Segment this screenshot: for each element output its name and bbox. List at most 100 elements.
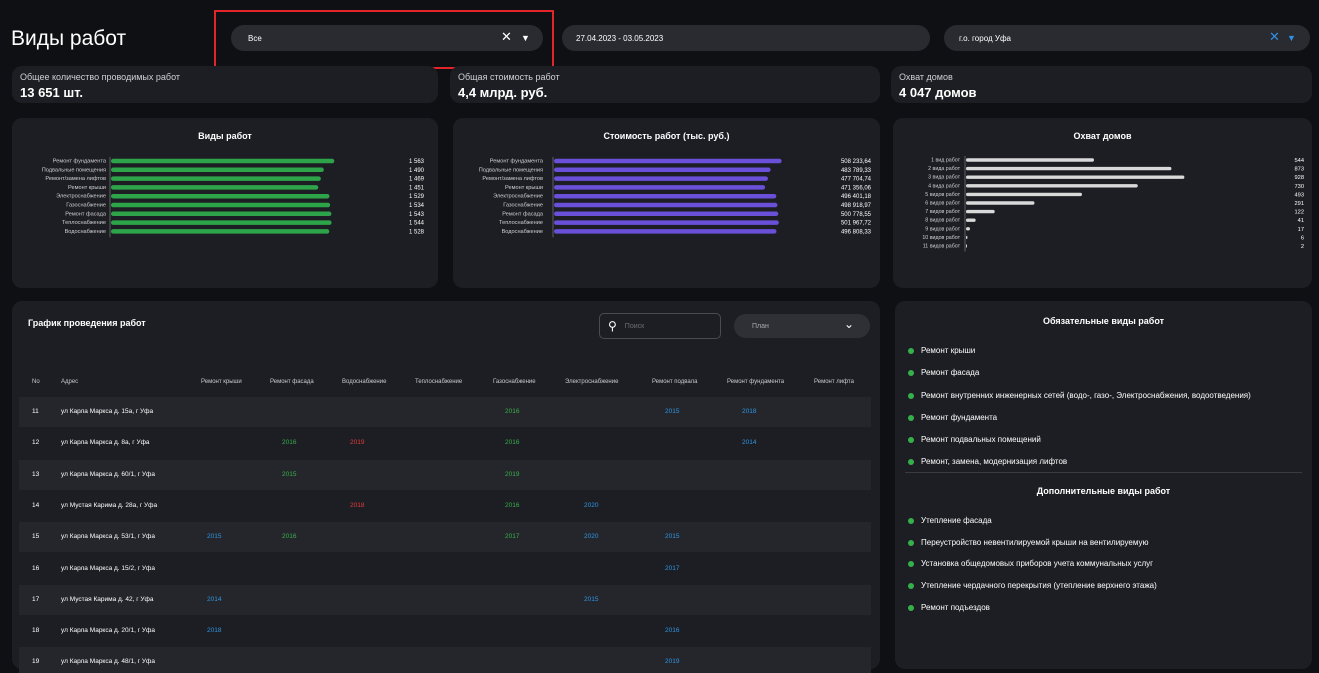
- row-number: 16: [32, 564, 40, 572]
- list-item-label: Ремонт крыши: [921, 346, 976, 355]
- column-header: Ремонт фасада: [270, 379, 314, 385]
- value-label: 483 789,33: [841, 168, 872, 174]
- chevron-down-icon[interactable]: ▼: [1287, 33, 1296, 43]
- schedule-title: График проведения работ: [28, 318, 146, 328]
- list-item: Ремонт крыши: [908, 346, 975, 355]
- table-row[interactable]: 16 ул Карла Маркса д. 15/2, г Уфа 2017: [19, 554, 871, 584]
- value-label: 1 529: [409, 194, 425, 200]
- value-label: 17: [1298, 227, 1304, 233]
- year-cell: 2019: [505, 470, 520, 478]
- value-label: 500 778,55: [841, 212, 872, 218]
- bar: [966, 166, 1172, 171]
- table-row[interactable]: 15 ул Карла Маркса д. 53/1, г Уфа 2015 2016…: [19, 522, 871, 553]
- bullet-icon: [908, 560, 914, 567]
- column-header: Ремонт лифта: [814, 379, 854, 385]
- year-cell: 2016: [282, 533, 297, 541]
- category-label: 4 вида работ: [928, 183, 960, 189]
- bar: [111, 202, 331, 208]
- category-label: 5 видов работ: [925, 192, 960, 198]
- value-label: 1 469: [409, 177, 425, 183]
- table-row[interactable]: 12 ул Карла Маркса д. 8а, г Уфа 2016 2019 20…: [19, 428, 871, 458]
- category-label: Ремонт крыши: [505, 185, 543, 191]
- stat-card-coverage: Охват домов 4 047 домов: [891, 66, 1312, 103]
- list-item: Утепление фасада: [908, 516, 992, 525]
- bar: [966, 209, 995, 214]
- bullet-icon: [908, 347, 914, 354]
- table-row[interactable]: 19 ул Карла Маркса д. 48/1, г Уфа 2019: [19, 647, 871, 673]
- bar: [111, 167, 324, 173]
- list-item: Ремонт подъездов: [908, 603, 990, 612]
- column-header: Теплоснабжение: [415, 379, 463, 385]
- year-cell: 2018: [742, 408, 757, 415]
- list-item-label: Утепление фасада: [921, 516, 992, 525]
- category-label: Ремонт фундамента: [53, 159, 107, 165]
- list-item-label: Ремонт фасада: [921, 368, 980, 377]
- list-item-label: Ремонт подвальных помещений: [921, 435, 1041, 444]
- value-label: 122: [1295, 210, 1305, 216]
- year-cell: 2016: [665, 627, 680, 635]
- table-row[interactable]: 11 ул Карла Маркса д. 15а, г Уфа 2016 2015 2…: [19, 397, 871, 427]
- close-icon[interactable]: ✕: [1269, 29, 1280, 45]
- value-label: 1 451: [409, 185, 425, 191]
- list-item-label: Переустройство невентилируемой крыши на …: [921, 538, 1149, 547]
- bar: [966, 158, 1094, 162]
- city-select[interactable]: г.о. город Уфа ✕ ▼: [944, 25, 1310, 51]
- plan-label: План: [752, 322, 769, 330]
- category-label: Электроснабжение: [493, 194, 543, 200]
- bar: [554, 211, 779, 217]
- bar: [111, 229, 330, 234]
- category-label: Ремонт/замена лифтов: [45, 176, 106, 182]
- bar: [554, 220, 779, 225]
- category-label: Газоснабжение: [66, 203, 106, 209]
- value-label: 498 918,97: [841, 203, 872, 209]
- row-number: 18: [32, 627, 40, 635]
- list-item: Ремонт подвальных помещений: [908, 435, 1041, 444]
- category-label: Ремонт фасада: [65, 211, 107, 217]
- list-item: Переустройство невентилируемой крыши на …: [908, 538, 1148, 547]
- stat-value: 4 047 домов: [899, 85, 977, 100]
- row-number: 19: [32, 658, 40, 666]
- row-number: 12: [32, 439, 40, 447]
- bar: [966, 175, 1185, 179]
- plan-select[interactable]: План ⌄: [734, 314, 870, 338]
- date-range-picker[interactable]: 27.04.2023 - 03.05.2023: [562, 25, 930, 51]
- cost-bar-chart: Ремонт фундамента 508 233,64 Подвальные по…: [479, 157, 872, 238]
- year-cell: 2014: [742, 439, 757, 447]
- table-row[interactable]: 14 ул Мустая Карима д. 28а, г Уфа 2018 2016…: [19, 491, 871, 521]
- search-input[interactable]: ⚲ Поиск: [599, 313, 721, 339]
- bar: [111, 185, 319, 190]
- year-cell: 2016: [505, 408, 520, 415]
- list-item-label: Установка общедомовых приборов учета ком…: [921, 559, 1154, 568]
- row-address: ул Мустая Карима д. 42, г Уфа: [61, 595, 154, 603]
- row-number: 11: [32, 408, 39, 415]
- table-row[interactable]: 18 ул Карла Маркса д. 20/1, г Уфа 2018 2016: [19, 616, 871, 646]
- chevron-down-icon: ⌄: [843, 317, 854, 331]
- category-label: Газоснабжение: [503, 203, 543, 209]
- column-header: Водоснабжение: [342, 379, 387, 385]
- year-cell: 2017: [505, 533, 520, 541]
- highlight-box: [214, 10, 554, 69]
- works-bar-chart: Ремонт фундамента 1 563 Подвальные помещен…: [42, 157, 425, 238]
- table-row[interactable]: 17 ул Мустая Карима д. 42, г Уфа 2014 2015: [19, 584, 871, 615]
- row-address: ул Карла Маркса д. 8а, г Уфа: [61, 439, 150, 447]
- bar: [554, 167, 771, 173]
- value-label: 1 528: [409, 229, 425, 235]
- stat-card-works: Общее количество проводимых работ 13 651…: [12, 66, 438, 103]
- bullet-icon: [908, 539, 914, 546]
- year-cell: 2015: [282, 470, 297, 478]
- bullet-icon: [908, 436, 914, 443]
- value-label: 1 534: [409, 203, 425, 209]
- chart-panel-coverage: Охват домов 1 вид работ 544 2 вида работ 87…: [893, 118, 1312, 288]
- bar: [554, 176, 768, 181]
- row-number: 15: [32, 533, 40, 541]
- page-title: Виды работ: [11, 27, 127, 50]
- bar: [966, 184, 1138, 188]
- coverage-bar-chart: 1 вид работ 544 2 вида работ 873 3 вида рабо…: [922, 156, 1305, 252]
- table-row[interactable]: 13 ул Карла Маркса д. 60/1, г Уфа 2015 2019: [19, 459, 871, 490]
- bar: [111, 158, 335, 164]
- category-label: 2 вида работ: [928, 166, 960, 172]
- category-label: 10 видов работ: [922, 235, 960, 241]
- bar: [111, 176, 321, 181]
- value-label: 471 356,06: [841, 185, 872, 191]
- year-cell: 2018: [207, 627, 222, 635]
